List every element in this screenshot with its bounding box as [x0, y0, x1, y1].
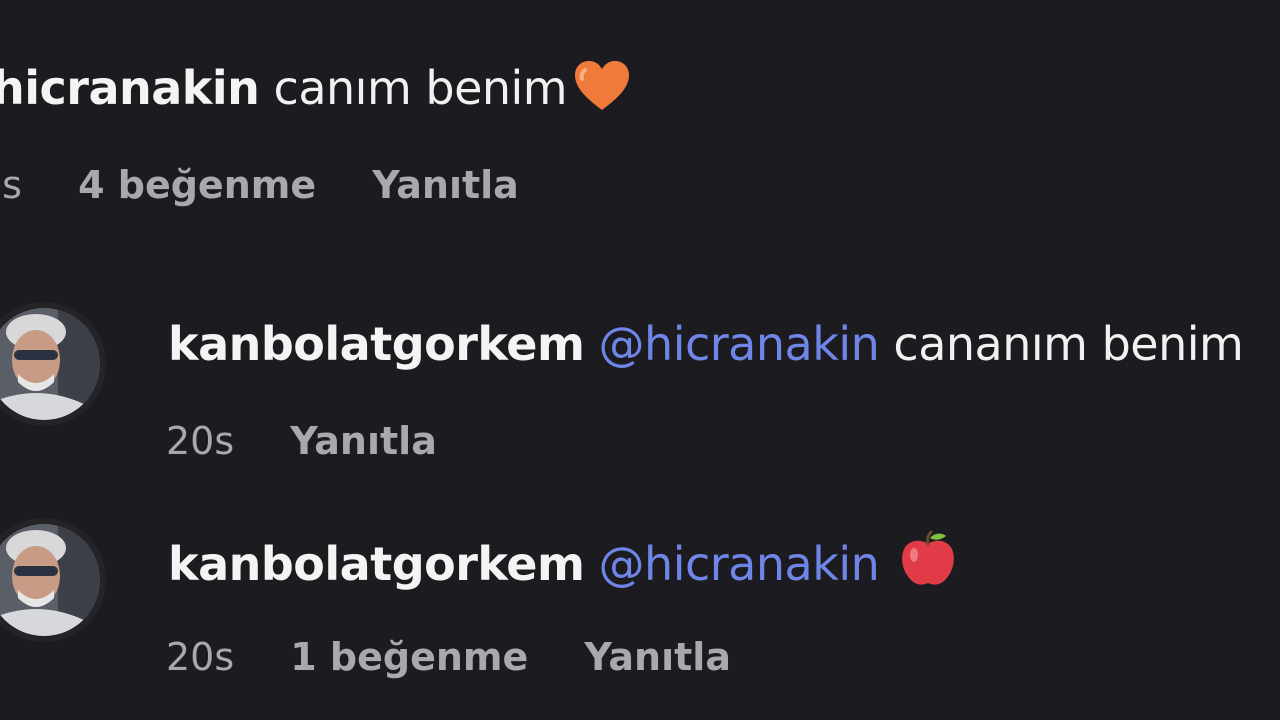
comment-2-reply-button[interactable]: Yanıtla	[290, 418, 437, 464]
comment-2-text: cananım benim	[893, 317, 1244, 371]
avatar[interactable]	[0, 524, 100, 636]
comment-2-username[interactable]: kanbolatgorkem	[168, 317, 585, 371]
comment-3-time: 20s	[166, 635, 235, 679]
comment-1-time: 0s	[0, 163, 22, 207]
comment-2-body: kanbolatgorkem @hicranakin cananım benim	[168, 316, 1244, 372]
comment-2-meta: 20s Yanıtla	[166, 418, 481, 464]
red-apple-icon	[899, 530, 957, 600]
comment-3-reply-button[interactable]: Yanıtla	[584, 634, 731, 680]
comment-3-meta: 20s 1 beğenme Yanıtla	[166, 634, 775, 680]
comment-1-likes[interactable]: 4 beğenme	[78, 162, 316, 208]
comment-1-meta: 0s 4 beğenme Yanıtla	[0, 162, 563, 208]
comment-1-text: canım benim	[273, 61, 568, 115]
comment-3-body: kanbolatgorkem @hicranakin	[168, 530, 957, 600]
comment-1-reply-button[interactable]: Yanıtla	[372, 162, 519, 208]
comment-1-body: hicranakin canım benim	[0, 60, 631, 124]
comment-2-time: 20s	[166, 419, 235, 463]
comment-2-mention[interactable]: @hicranakin	[599, 317, 880, 371]
comment-1-username[interactable]: hicranakin	[0, 61, 260, 115]
avatar[interactable]	[0, 308, 100, 420]
comment-3-likes[interactable]: 1 beğenme	[290, 634, 528, 680]
comment-3-username[interactable]: kanbolatgorkem	[168, 537, 585, 591]
comment-3-mention[interactable]: @hicranakin	[599, 537, 880, 591]
orange-heart-icon	[573, 60, 631, 124]
